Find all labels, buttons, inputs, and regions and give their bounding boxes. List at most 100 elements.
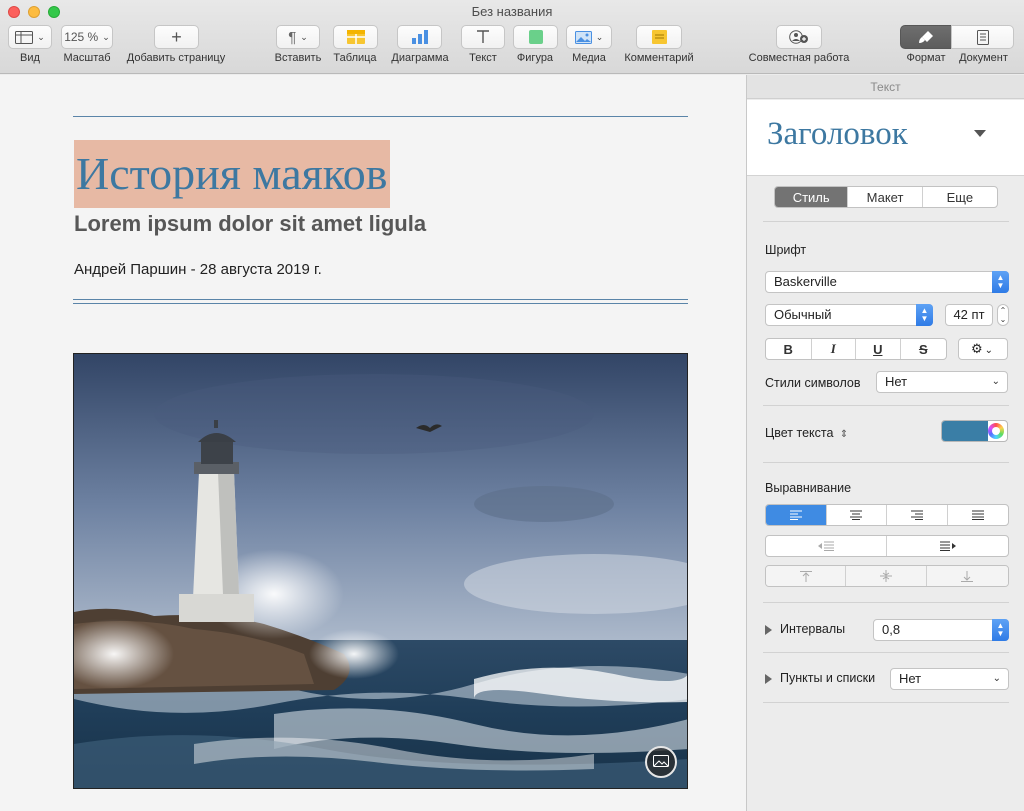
disclosure-triangle-icon[interactable] (765, 625, 772, 635)
format-inspector: Текст Заголовок Стиль Макет Еще Шрифт Ba… (746, 75, 1024, 811)
document-subtitle[interactable]: Lorem ipsum dolor sit amet ligula (74, 211, 426, 237)
format-button[interactable] (900, 25, 952, 49)
photo-icon (574, 30, 592, 44)
bullets-lists-select[interactable]: Нет ⌄ (890, 668, 1009, 690)
format-label: Формат (906, 52, 946, 64)
bullets-lists-value: Нет (899, 671, 922, 686)
media-button[interactable]: ⌄ (566, 25, 612, 49)
tab-layout[interactable]: Макет (848, 187, 923, 207)
media-label: Медиа (572, 52, 606, 64)
zoom-select[interactable]: 125 % ⌄ (61, 25, 113, 49)
comment-button[interactable] (636, 25, 682, 49)
document-button[interactable] (951, 25, 1014, 49)
text-color-label-text: Цвет текста (765, 426, 834, 440)
paragraph-icon: ¶ (288, 28, 297, 46)
chevron-down-icon: ⌄ (102, 31, 110, 42)
font-size-value: 42 пт (953, 307, 985, 322)
align-center-icon (850, 510, 863, 520)
table-button[interactable] (333, 25, 378, 49)
text-button[interactable] (461, 25, 505, 49)
document-title[interactable]: История маяков (74, 140, 390, 208)
spacing-select[interactable]: 0,8 ▲ ▼ (873, 619, 1009, 641)
divider (763, 702, 1009, 703)
color-wheel-icon[interactable] (988, 423, 1004, 439)
shape-square-icon (528, 30, 543, 44)
character-styles-value: Нет (885, 374, 908, 389)
shape-label: Фигура (516, 52, 554, 64)
divider (763, 462, 1009, 463)
align-middle-button[interactable] (846, 566, 927, 586)
document-author-line[interactable]: Андрей Паршин - 28 августа 2019 г. (74, 261, 322, 278)
indent-buttons (765, 535, 1009, 557)
align-top-icon (799, 570, 812, 582)
collaborate-button[interactable] (776, 25, 822, 49)
spacing-value: 0,8 (882, 622, 901, 637)
chart-button[interactable] (397, 25, 442, 49)
increase-indent-icon (939, 541, 956, 551)
view-button[interactable]: ⌄ (8, 25, 52, 49)
align-top-button[interactable] (766, 566, 847, 586)
paragraph-style-selector[interactable]: Заголовок (747, 100, 1024, 176)
text-color-swatch[interactable] (942, 421, 988, 441)
lighthouse-photo[interactable] (73, 353, 688, 789)
chevron-down-icon: ⌄ (984, 345, 994, 356)
align-center-button[interactable] (827, 505, 887, 525)
character-styles-select[interactable]: Нет ⌄ (876, 371, 1008, 393)
chart-label: Диаграмма (391, 52, 449, 64)
text-style-buttons: B I U S (765, 338, 947, 360)
up-down-arrows-icon: ▲ ▼ (916, 304, 933, 326)
inspector-header: Текст (747, 75, 1024, 99)
strikethrough-button[interactable]: S (901, 339, 946, 359)
divider (763, 221, 1009, 222)
font-style-select[interactable]: Обычный ▲ ▼ (765, 304, 933, 326)
document-canvas[interactable]: История маяков Lorem ipsum dolor sit ame… (0, 75, 746, 811)
text-options-menu[interactable]: ⚙ ⌄ (958, 338, 1008, 360)
divider (763, 602, 1009, 603)
add-page-label: Добавить страницу (126, 52, 226, 64)
text-color-label[interactable]: Цвет текста ⇕ (765, 426, 848, 440)
bottom-rule-1 (73, 299, 688, 300)
shape-button[interactable] (513, 25, 558, 49)
italic-button[interactable]: I (812, 339, 857, 359)
chevron-down-icon: ⌄ (595, 31, 604, 42)
bullets-lists-label[interactable]: Пункты и списки (780, 671, 875, 685)
top-rule (73, 116, 688, 117)
disclosure-triangle-icon[interactable] (765, 674, 772, 684)
replace-image-button[interactable] (645, 746, 677, 778)
text-color-well[interactable] (941, 420, 1008, 442)
chevron-down-icon[interactable] (974, 130, 986, 137)
align-justify-button[interactable] (948, 505, 1009, 525)
align-left-icon (789, 510, 802, 520)
zoom-value: 125 % (64, 30, 99, 44)
tab-more[interactable]: Еще (923, 187, 997, 207)
align-bottom-button[interactable] (926, 566, 1008, 586)
underline-button[interactable]: U (856, 339, 901, 359)
view-label: Вид (20, 52, 40, 64)
tab-style[interactable]: Стиль (775, 187, 849, 207)
spacing-label[interactable]: Интервалы (780, 622, 845, 636)
zoom-label: Масштаб (63, 52, 111, 64)
align-right-button[interactable] (887, 505, 948, 525)
align-left-button[interactable] (766, 505, 827, 525)
decrease-indent-button[interactable] (766, 536, 887, 556)
sidebar-layout-icon (15, 30, 34, 44)
text-t-icon (476, 30, 490, 44)
increase-indent-button[interactable] (887, 536, 1008, 556)
up-down-arrows-icon: ▲ ▼ (992, 271, 1009, 293)
bold-button[interactable]: B (766, 339, 812, 359)
bar-chart-icon (411, 30, 429, 44)
vertical-align-buttons (765, 565, 1009, 587)
table-icon (346, 30, 365, 44)
font-section-label: Шрифт (765, 243, 807, 257)
font-size-field[interactable]: 42 пт (945, 304, 993, 326)
font-size-stepper[interactable]: ⌃ ⌄ (997, 304, 1009, 326)
inspector-tabs: Стиль Макет Еще (774, 186, 998, 208)
divider (763, 652, 1009, 653)
insert-button[interactable]: ¶ ⌄ (276, 25, 320, 49)
document-label: Документ (959, 52, 1008, 64)
text-label: Текст (469, 52, 497, 64)
add-page-button[interactable]: + (154, 25, 199, 49)
font-family-value: Baskerville (774, 274, 837, 289)
font-family-select[interactable]: Baskerville ▲ ▼ (765, 271, 1009, 293)
up-down-chevron-icon: ⇕ (839, 429, 849, 440)
